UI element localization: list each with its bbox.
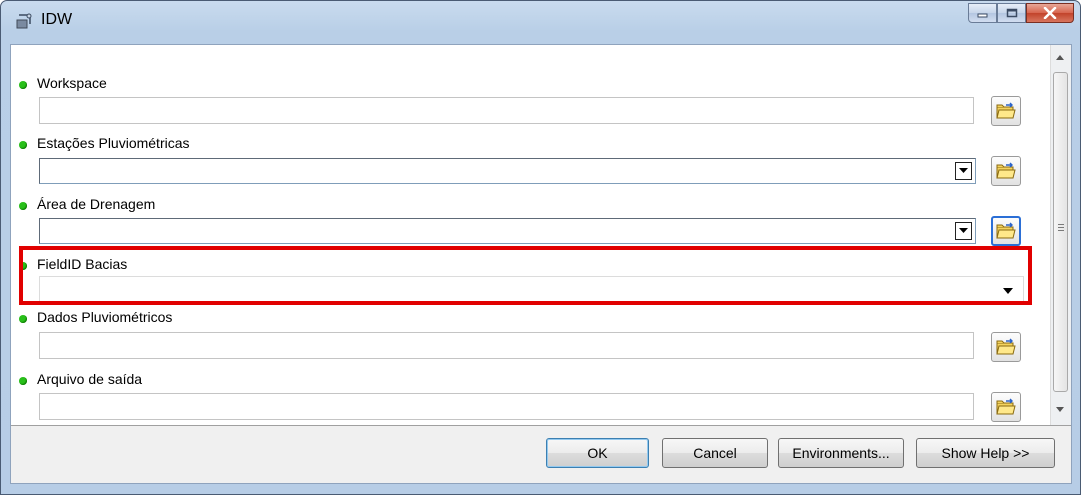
folder-browse-icon (996, 102, 1016, 119)
required-indicator (19, 81, 27, 89)
scroll-up-icon[interactable] (1056, 55, 1064, 60)
area-drenagem-browse-button[interactable] (991, 216, 1021, 246)
arquivo-saida-browse-button[interactable] (991, 392, 1021, 422)
window-title: IDW (41, 11, 73, 28)
estacoes-combo[interactable] (39, 158, 976, 184)
idw-tool-icon (16, 13, 32, 29)
environments-button[interactable]: Environments... (778, 438, 904, 468)
grip-line (1058, 227, 1064, 228)
close-button[interactable] (1026, 3, 1074, 23)
workspace-browse-button[interactable] (991, 96, 1021, 126)
highlight-box (19, 246, 1032, 305)
required-indicator (19, 202, 27, 210)
required-indicator (19, 377, 27, 385)
dropdown-arrow-icon (959, 168, 968, 173)
folder-browse-icon (996, 222, 1016, 239)
title-bar[interactable]: IDW (1, 1, 1080, 41)
area-drenagem-combo[interactable] (39, 218, 976, 244)
dropdown-arrow-button[interactable] (955, 162, 972, 180)
folder-browse-icon (996, 338, 1016, 355)
maximize-button[interactable] (997, 3, 1026, 23)
ok-button[interactable]: OK (546, 438, 649, 468)
scroll-thumb[interactable] (1053, 72, 1068, 392)
minimize-icon (977, 13, 987, 18)
scroll-down-icon[interactable] (1056, 407, 1064, 412)
param-label: Dados Pluviométricos (37, 309, 173, 325)
param-label: Estações Pluviométricas (37, 135, 190, 151)
required-indicator (19, 141, 27, 149)
param-label: Workspace (37, 75, 107, 91)
dropdown-arrow-button[interactable] (955, 222, 972, 240)
parameters-panel: Workspace Estações Pluviométricas Área d… (11, 45, 1071, 426)
param-label: Área de Drenagem (37, 196, 156, 212)
param-label: Arquivo de saída (37, 371, 143, 387)
folder-browse-icon (996, 398, 1016, 415)
estacoes-browse-button[interactable] (991, 156, 1021, 186)
maximize-icon (1006, 8, 1017, 18)
grip-line (1058, 224, 1064, 225)
grip-line (1058, 230, 1064, 231)
dados-pluviometricos-browse-button[interactable] (991, 332, 1021, 362)
cancel-button[interactable]: Cancel (662, 438, 768, 468)
required-indicator (19, 315, 27, 323)
show-help-button[interactable]: Show Help >> (916, 438, 1055, 468)
close-icon (1043, 7, 1057, 19)
dados-pluviometricos-input[interactable] (39, 332, 974, 359)
folder-browse-icon (996, 162, 1016, 179)
minimize-button[interactable] (968, 3, 997, 23)
vertical-scrollbar[interactable] (1050, 45, 1071, 425)
arquivo-saida-input[interactable] (39, 393, 974, 420)
dropdown-arrow-icon (959, 228, 968, 233)
workspace-input[interactable] (39, 97, 974, 124)
window-controls (968, 3, 1074, 25)
